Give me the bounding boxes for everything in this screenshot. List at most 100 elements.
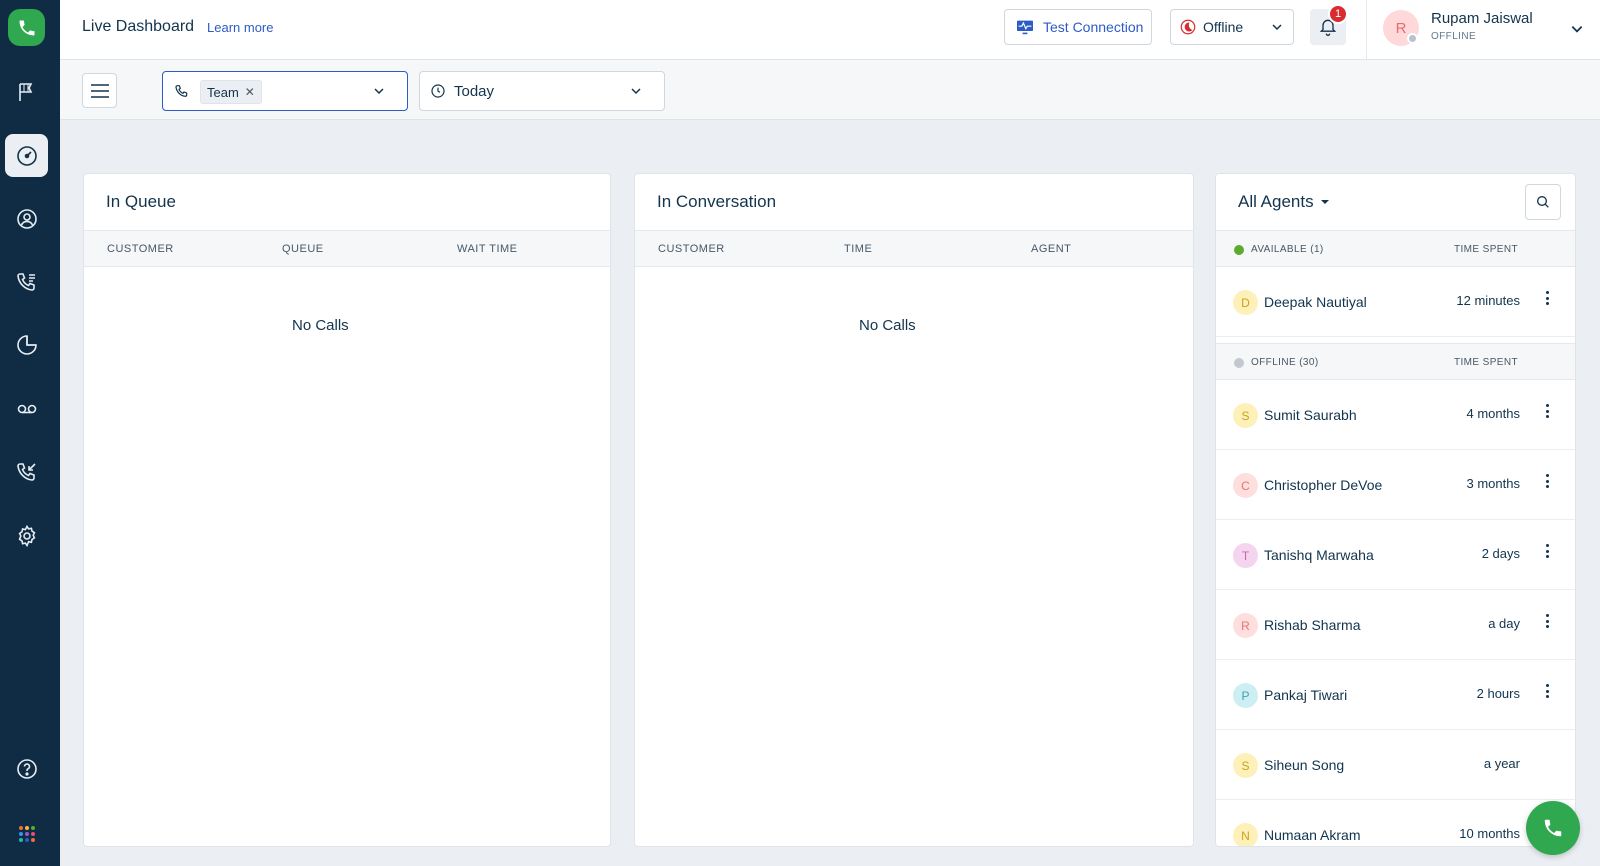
notification-badge: 1 [1328, 4, 1348, 24]
agent-avatar: S [1233, 753, 1258, 778]
voicemail-icon [17, 404, 36, 413]
group-label: AVAILABLE (1) [1251, 244, 1324, 255]
more-options-icon[interactable] [1541, 472, 1553, 490]
help-icon [16, 758, 37, 779]
test-connection-button[interactable]: Test Connection [1004, 9, 1152, 45]
in-queue-panel: In Queue CUSTOMER QUEUE WAIT TIME No Cal… [83, 173, 611, 847]
agent-avatar: N [1233, 823, 1258, 846]
sidebar-item-voicemail[interactable] [5, 387, 48, 430]
team-filter-tag: Team ✕ [200, 80, 262, 104]
more-options-icon[interactable] [1541, 682, 1553, 700]
hamburger-icon [90, 83, 109, 98]
call-log-icon [16, 272, 35, 291]
agent-row[interactable]: R Rishab Sharma a day [1216, 590, 1575, 660]
agent-time-spent: a year [1483, 756, 1520, 771]
in-conversation-panel: In Conversation CUSTOMER TIME AGENT No C… [634, 173, 1194, 847]
sidebar [0, 0, 60, 866]
agent-name: Pankaj Tiwari [1264, 687, 1348, 703]
sidebar-item-contacts[interactable] [5, 197, 48, 240]
column-header[interactable]: AGENT [1031, 243, 1071, 255]
column-header[interactable]: CUSTOMER [107, 243, 174, 255]
agent-time-spent: 2 days [1481, 546, 1520, 561]
group-time-header: TIME SPENT [1454, 244, 1519, 255]
available-group-header: AVAILABLE (1) TIME SPENT [1216, 230, 1575, 267]
settings-icon [18, 524, 35, 547]
agent-row[interactable]: S Siheun Song a year [1216, 730, 1575, 800]
search-icon [1537, 196, 1549, 208]
menu-button[interactable] [82, 73, 117, 108]
agents-filter-dropdown[interactable]: All Agents [1238, 192, 1330, 212]
sidebar-item-help[interactable] [5, 747, 48, 790]
sidebar-item-flag[interactable] [5, 70, 48, 113]
team-filter-select[interactable]: Team ✕ [162, 71, 408, 111]
agent-avatar: R [1233, 613, 1258, 638]
agent-row[interactable]: D Deepak Nautiyal 12 minutes [1216, 267, 1575, 337]
user-menu-chevron-icon[interactable] [1570, 22, 1584, 36]
agent-name: Deepak Nautiyal [1264, 294, 1367, 310]
sidebar-item-reports[interactable] [5, 323, 48, 366]
available-dot [1234, 245, 1244, 255]
column-header[interactable]: TIME [844, 243, 872, 255]
remove-tag-icon[interactable]: ✕ [245, 85, 255, 99]
agents-title: All Agents [1238, 192, 1314, 211]
column-header[interactable]: QUEUE [282, 243, 324, 255]
agent-name: Christopher DeVoe [1264, 477, 1383, 493]
empty-state: No Calls [859, 317, 916, 334]
phone-transfer-icon [175, 85, 188, 97]
agent-time-spent: a day [1488, 616, 1520, 631]
dialer-fab-button[interactable] [1526, 801, 1580, 855]
agent-time-spent: 4 months [1466, 406, 1520, 421]
sidebar-item-call-log[interactable] [5, 260, 48, 303]
agent-name: Siheun Song [1264, 757, 1345, 773]
in-queue-title: In Queue [106, 192, 176, 211]
date-filter-value: Today [454, 82, 495, 100]
learn-more-link[interactable]: Learn more [207, 20, 273, 35]
monitor-pulse-icon [1017, 20, 1033, 35]
agent-row[interactable]: C Christopher DeVoe 3 months [1216, 450, 1575, 520]
sidebar-item-apps[interactable] [5, 812, 48, 855]
dashboard-icon [16, 145, 37, 166]
sidebar-item-callback[interactable] [5, 450, 48, 493]
header-divider [1366, 0, 1367, 60]
agent-status-value: Offline [1203, 19, 1244, 35]
more-options-icon[interactable] [1541, 612, 1553, 630]
top-header: Live Dashboard Learn more Test Connectio… [60, 0, 1600, 60]
in-queue-columns: CUSTOMER QUEUE WAIT TIME [84, 230, 610, 267]
flag-icon [18, 82, 32, 101]
callback-icon [16, 462, 36, 481]
user-status-dot [1407, 33, 1418, 44]
agent-time-spent: 3 months [1466, 476, 1520, 491]
chevron-down-icon [374, 88, 384, 95]
user-name[interactable]: Rupam Jaiswal [1431, 10, 1533, 27]
agent-search-button[interactable] [1525, 184, 1561, 220]
group-label: OFFLINE (30) [1251, 357, 1319, 368]
agent-name: Tanishq Marwaha [1264, 547, 1374, 563]
column-header[interactable]: WAIT TIME [457, 243, 518, 255]
test-connection-label: Test Connection [1043, 19, 1144, 35]
contacts-icon [16, 208, 37, 229]
more-options-icon[interactable] [1541, 289, 1553, 307]
app-logo[interactable] [8, 9, 45, 46]
offline-group-header: OFFLINE (30) TIME SPENT [1216, 343, 1575, 380]
agent-status-select[interactable]: Offline [1170, 9, 1294, 45]
sidebar-item-dashboard[interactable] [5, 134, 48, 177]
chevron-down-icon [631, 88, 641, 95]
agent-avatar: T [1233, 543, 1258, 568]
sidebar-item-settings[interactable] [5, 514, 48, 557]
agent-avatar: S [1233, 403, 1258, 428]
agent-row[interactable]: T Tanishq Marwaha 2 days [1216, 520, 1575, 590]
group-time-header: TIME SPENT [1454, 357, 1519, 368]
in-conversation-title: In Conversation [657, 192, 777, 211]
agents-panel: All Agents AVAILABLE (1) TIME SPENT D Dee… [1215, 173, 1576, 847]
agent-row[interactable]: N Numaan Akram 10 months [1216, 800, 1575, 846]
more-options-icon[interactable] [1541, 542, 1553, 560]
date-filter-select[interactable]: Today [419, 71, 665, 111]
agent-row[interactable]: S Sumit Saurabh 4 months [1216, 380, 1575, 450]
page-title: Live Dashboard [82, 18, 195, 35]
apps-icon [18, 825, 35, 842]
column-header[interactable]: CUSTOMER [658, 243, 725, 255]
more-options-icon[interactable] [1541, 402, 1553, 420]
agent-time-spent: 12 minutes [1456, 293, 1520, 308]
agent-name: Rishab Sharma [1264, 617, 1361, 633]
agent-row[interactable]: P Pankaj Tiwari 2 hours [1216, 660, 1575, 730]
